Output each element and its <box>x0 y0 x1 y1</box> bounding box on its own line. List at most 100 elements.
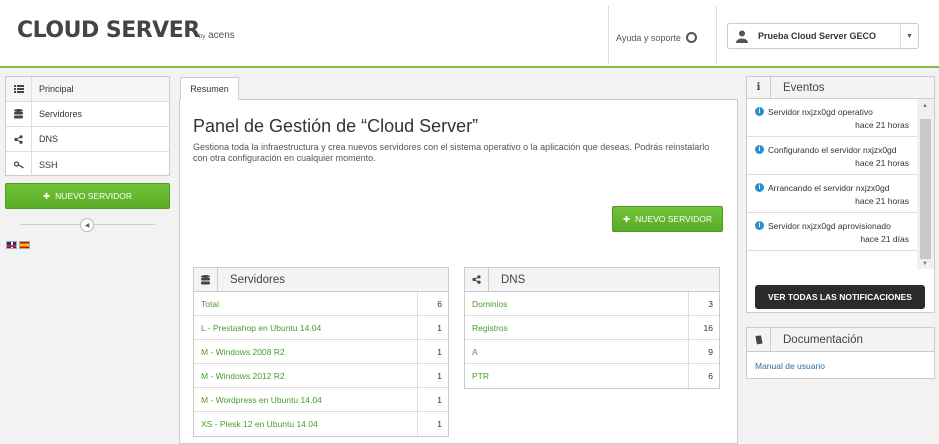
row-name[interactable]: L - Prestashop en Ubuntu 14.04 <box>194 323 417 333</box>
plus-icon: ✚ <box>623 213 631 224</box>
row-count: 6 <box>688 364 719 388</box>
info-icon: i <box>747 77 771 98</box>
spanish-flag-icon[interactable] <box>19 241 30 249</box>
sidebar-item-label: SSH <box>39 159 58 170</box>
scroll-down-icon[interactable]: ▼ <box>922 261 928 267</box>
table-row[interactable]: Total 6 <box>194 292 448 316</box>
user-name: Prueba Cloud Server GECO <box>758 31 877 41</box>
row-count: 1 <box>417 364 448 387</box>
row-name[interactable]: A <box>465 347 688 357</box>
panel-title: Documentación <box>783 333 863 346</box>
events-list: i Servidor nxjzx0gd operativo hace 21 hor… <box>747 99 917 269</box>
row-count: 3 <box>688 292 719 315</box>
row-name[interactable]: M - Wordpress en Ubuntu 14.04 <box>194 395 417 405</box>
english-flag-icon[interactable] <box>6 241 17 249</box>
row-name[interactable]: Registros <box>465 323 688 333</box>
row-name[interactable]: Dominios <box>465 299 688 309</box>
documentation-panel: Documentación Manual de usuario <box>746 327 935 379</box>
list-icon <box>6 77 32 101</box>
sidebar-item-principal[interactable]: Principal <box>6 77 169 102</box>
row-count: 1 <box>417 412 448 436</box>
panel-title: Servidores <box>230 273 285 286</box>
row-name[interactable]: XS - Plesk 12 en Ubuntu 14.04 <box>194 419 417 429</box>
event-time: hace 21 días <box>860 234 909 244</box>
event-message: Arrancando el servidor nxjzx0gd <box>768 183 890 193</box>
sidebar-nav: Principal Servidores DNS SSH <box>5 76 170 177</box>
new-server-button[interactable]: ✚ NUEVO SERVIDOR <box>612 206 723 232</box>
table-row[interactable]: L - Prestashop en Ubuntu 14.04 1 <box>194 316 448 340</box>
info-icon: i <box>755 107 764 116</box>
sidebar-item-label: DNS <box>39 134 59 144</box>
event-message: Configurando el servidor nxjzx0gd <box>768 145 897 155</box>
panel-title: DNS <box>501 273 526 286</box>
panel-header: Documentación <box>747 328 934 352</box>
info-icon: i <box>755 145 764 154</box>
row-name[interactable]: M - Windows 2008 R2 <box>194 347 417 357</box>
sidebar-item-label: Servidores <box>39 109 83 119</box>
table-row[interactable]: A9 <box>465 340 719 364</box>
plus-icon: ✚ <box>43 190 51 201</box>
panel-header: DNS <box>465 268 719 292</box>
new-server-label: NUEVO SERVIDOR <box>55 191 132 201</box>
table-row[interactable]: M - Wordpress en Ubuntu 14.04 1 <box>194 388 448 412</box>
panel-header: Servidores <box>194 268 448 292</box>
page-description: Gestiona toda la infraestructura y crea … <box>193 142 710 163</box>
user-menu[interactable]: Prueba Cloud Server GECO ▼ <box>727 23 919 49</box>
events-scrollbar[interactable]: ▲ ▼ <box>917 99 934 269</box>
row-count: 16 <box>688 316 719 339</box>
row-name[interactable]: M - Windows 2012 R2 <box>194 371 417 381</box>
row-count: 1 <box>417 316 448 339</box>
dns-panel: DNS Dominios 3 Registros 16 A9 PTR 6 <box>464 267 720 389</box>
scroll-up-icon[interactable]: ▲ <box>922 103 928 109</box>
row-count: 1 <box>417 388 448 411</box>
logo-brand: by acens <box>199 30 235 41</box>
app-logo[interactable]: CLOUD SERVER <box>17 18 200 43</box>
table-row[interactable]: Registros 16 <box>465 316 719 340</box>
support-link[interactable]: Ayuda y soporte <box>616 32 697 43</box>
collapse-sidebar-button[interactable]: ◀ <box>80 218 94 232</box>
event-time: hace 21 horas <box>855 120 909 130</box>
top-header: CLOUD SERVER by acens Ayuda y soporte Pr… <box>0 0 939 68</box>
table-row[interactable]: M - Windows 2012 R2 1 <box>194 364 448 388</box>
sidebar-item-label: Principal <box>39 84 74 94</box>
row-name[interactable]: PTR <box>465 371 688 381</box>
table-row[interactable]: PTR 6 <box>465 364 719 388</box>
lifebuoy-icon <box>685 32 697 43</box>
header-divider <box>608 6 609 64</box>
panel-title: Eventos <box>783 81 825 94</box>
database-icon <box>6 102 32 126</box>
event-time: hace 21 horas <box>855 196 909 206</box>
info-icon: i <box>755 183 764 192</box>
event-time: hace 21 horas <box>855 158 909 168</box>
header-divider <box>716 6 717 64</box>
sidebar-item-dns[interactable]: DNS <box>6 127 169 152</box>
new-server-button[interactable]: ✚ NUEVO SERVIDOR <box>5 183 170 209</box>
info-icon: i <box>755 221 764 230</box>
page-title: Panel de Gestión de “Cloud Server” <box>193 116 479 136</box>
panel-header: i Eventos <box>747 77 934 99</box>
event-message: Servidor nxjzx0gd aprovisionado <box>768 221 891 231</box>
scrollbar-thumb[interactable] <box>920 119 931 259</box>
table-row[interactable]: Dominios 3 <box>465 292 719 316</box>
list-item[interactable]: i Arrancando el servidor nxjzx0gd hace 21… <box>747 175 917 213</box>
tab-resumen[interactable]: Resumen <box>180 77 239 100</box>
row-name[interactable]: Total <box>194 299 417 309</box>
user-manual-link[interactable]: Manual de usuario <box>747 352 934 380</box>
servers-panel: Servidores Total 6 L - Prestashop en Ubun… <box>193 267 449 437</box>
row-count: 1 <box>417 340 448 363</box>
table-row[interactable]: XS - Plesk 12 en Ubuntu 14.04 1 <box>194 412 448 436</box>
key-icon <box>6 152 32 177</box>
chevron-down-icon[interactable]: ▼ <box>900 24 918 48</box>
table-row[interactable]: M - Windows 2008 R2 1 <box>194 340 448 364</box>
row-count: 6 <box>417 292 448 315</box>
list-item[interactable]: i Configurando el servidor nxjzx0gd hace … <box>747 137 917 175</box>
share-icon <box>465 268 489 291</box>
list-item[interactable]: i Servidor nxjzx0gd operativo hace 21 hor… <box>747 99 917 137</box>
sidebar-item-ssh[interactable]: SSH <box>6 152 169 177</box>
list-item[interactable]: i Servidor nxjzx0gd aprovisionado hace 21… <box>747 213 917 251</box>
events-panel: i Eventos i Servidor nxjzx0gd operativo h… <box>746 76 935 313</box>
language-selector <box>6 241 30 249</box>
sidebar-item-servidores[interactable]: Servidores <box>6 102 169 127</box>
database-icon <box>194 268 218 291</box>
view-all-notifications-button[interactable]: VER TODAS LAS NOTIFICACIONES <box>755 285 925 309</box>
